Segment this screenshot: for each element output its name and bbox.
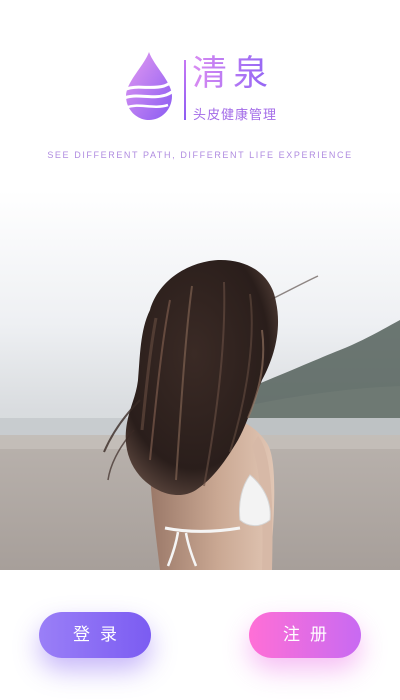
splash-screen: 清泉 头皮健康管理 SEE DIFFERENT PATH, DIFFERENT …: [0, 0, 400, 700]
hero-photo: [0, 190, 400, 570]
hero-image: [0, 190, 400, 570]
brand-divider: [184, 60, 186, 120]
register-button[interactable]: 注册: [249, 612, 361, 658]
brand-header: 清泉 头皮健康管理: [0, 40, 400, 140]
auth-actions: 登录 注册: [0, 570, 400, 700]
login-button[interactable]: 登录: [39, 612, 151, 658]
brand-subtitle: 头皮健康管理: [193, 108, 278, 123]
water-drop-icon: [121, 52, 178, 120]
tagline: SEE DIFFERENT PATH, DIFFERENT LIFE EXPER…: [47, 150, 353, 160]
brand-name: 清泉: [192, 54, 275, 94]
